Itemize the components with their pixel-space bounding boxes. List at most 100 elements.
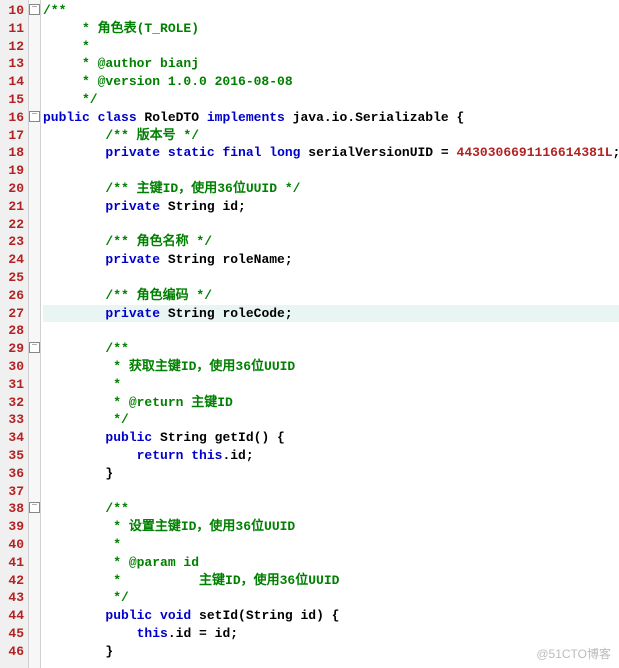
line-number: 18 <box>2 144 24 162</box>
fold-cell <box>29 536 40 554</box>
code-line[interactable]: } <box>43 465 619 483</box>
line-number: 13 <box>2 55 24 73</box>
fold-cell <box>29 20 40 38</box>
folding-column[interactable]: − − − − <box>29 0 41 668</box>
code-line[interactable]: private static final long serialVersionU… <box>43 144 619 162</box>
code-line[interactable]: public void setId(String id) { <box>43 607 619 625</box>
fold-cell <box>29 358 40 376</box>
code-area[interactable]: /** * 角色表(T_ROLE) * * @author bianj * @v… <box>41 0 619 668</box>
fold-cell: − <box>29 500 40 518</box>
code-line[interactable]: /** <box>43 500 619 518</box>
code-editor: 1011121314151617181920212223242526272829… <box>0 0 619 668</box>
code-line[interactable]: public class RoleDTO implements java.io.… <box>43 109 619 127</box>
code-line[interactable]: public String getId() { <box>43 429 619 447</box>
code-line[interactable]: * 主键ID，使用36位UUID <box>43 572 619 590</box>
fold-cell <box>29 127 40 145</box>
code-line[interactable] <box>43 322 619 340</box>
code-line[interactable]: /** 角色名称 */ <box>43 233 619 251</box>
fold-cell <box>29 269 40 287</box>
fold-toggle-icon[interactable]: − <box>29 342 40 353</box>
code-line[interactable]: * <box>43 38 619 56</box>
line-number: 19 <box>2 162 24 180</box>
code-line[interactable]: */ <box>43 589 619 607</box>
code-line[interactable] <box>43 162 619 180</box>
code-line[interactable]: /** 角色编码 */ <box>43 287 619 305</box>
code-line[interactable]: } <box>43 643 619 661</box>
code-line[interactable]: private String id; <box>43 198 619 216</box>
line-number: 41 <box>2 554 24 572</box>
line-number: 28 <box>2 322 24 340</box>
fold-cell <box>29 447 40 465</box>
line-number: 43 <box>2 589 24 607</box>
code-line[interactable]: private String roleName; <box>43 251 619 269</box>
code-line[interactable]: /** 版本号 */ <box>43 127 619 145</box>
line-number: 44 <box>2 607 24 625</box>
code-line[interactable]: * @return 主键ID <box>43 394 619 412</box>
line-number: 12 <box>2 38 24 56</box>
line-number: 24 <box>2 251 24 269</box>
code-line[interactable]: /** <box>43 340 619 358</box>
code-line[interactable]: */ <box>43 411 619 429</box>
code-line[interactable]: * 获取主键ID，使用36位UUID <box>43 358 619 376</box>
fold-cell <box>29 518 40 536</box>
line-number: 14 <box>2 73 24 91</box>
line-number: 42 <box>2 572 24 590</box>
code-line[interactable]: * @version 1.0.0 2016-08-08 <box>43 73 619 91</box>
fold-toggle-icon[interactable]: − <box>29 502 40 513</box>
line-number: 36 <box>2 465 24 483</box>
fold-cell <box>29 625 40 643</box>
code-line[interactable]: * @author bianj <box>43 55 619 73</box>
line-number: 27 <box>2 305 24 323</box>
code-line[interactable]: private String roleCode; <box>43 305 619 323</box>
line-number: 25 <box>2 269 24 287</box>
line-number: 20 <box>2 180 24 198</box>
fold-cell <box>29 643 40 661</box>
watermark: @51CTO博客 <box>536 645 611 662</box>
fold-cell: − <box>29 109 40 127</box>
code-line[interactable]: * <box>43 376 619 394</box>
code-line[interactable] <box>43 216 619 234</box>
fold-toggle-icon[interactable]: − <box>29 111 40 122</box>
code-line[interactable]: * 角色表(T_ROLE) <box>43 20 619 38</box>
fold-cell <box>29 465 40 483</box>
code-line[interactable]: /** 主键ID，使用36位UUID */ <box>43 180 619 198</box>
fold-cell <box>29 287 40 305</box>
fold-cell <box>29 144 40 162</box>
fold-cell <box>29 216 40 234</box>
fold-toggle-icon[interactable]: − <box>29 4 40 15</box>
line-number: 22 <box>2 216 24 234</box>
fold-cell <box>29 180 40 198</box>
fold-cell <box>29 376 40 394</box>
fold-cell <box>29 572 40 590</box>
fold-cell <box>29 589 40 607</box>
fold-cell <box>29 607 40 625</box>
fold-cell <box>29 322 40 340</box>
fold-cell <box>29 91 40 109</box>
line-number: 34 <box>2 429 24 447</box>
fold-cell <box>29 38 40 56</box>
line-number: 26 <box>2 287 24 305</box>
line-number: 21 <box>2 198 24 216</box>
fold-cell <box>29 233 40 251</box>
code-line[interactable]: * 设置主键ID，使用36位UUID <box>43 518 619 536</box>
code-line[interactable]: /** <box>43 2 619 20</box>
line-number: 17 <box>2 127 24 145</box>
code-line[interactable]: * @param id <box>43 554 619 572</box>
line-number: 10 <box>2 2 24 20</box>
line-number: 33 <box>2 411 24 429</box>
code-line[interactable]: */ <box>43 91 619 109</box>
code-line[interactable] <box>43 269 619 287</box>
fold-cell <box>29 251 40 269</box>
line-number: 32 <box>2 394 24 412</box>
line-number: 39 <box>2 518 24 536</box>
fold-cell: − <box>29 340 40 358</box>
code-line[interactable]: * <box>43 536 619 554</box>
fold-cell <box>29 305 40 323</box>
fold-cell <box>29 55 40 73</box>
code-line[interactable]: this.id = id; <box>43 625 619 643</box>
line-number: 29 <box>2 340 24 358</box>
fold-cell: − <box>29 2 40 20</box>
fold-cell <box>29 554 40 572</box>
code-line[interactable]: return this.id; <box>43 447 619 465</box>
code-line[interactable] <box>43 483 619 501</box>
